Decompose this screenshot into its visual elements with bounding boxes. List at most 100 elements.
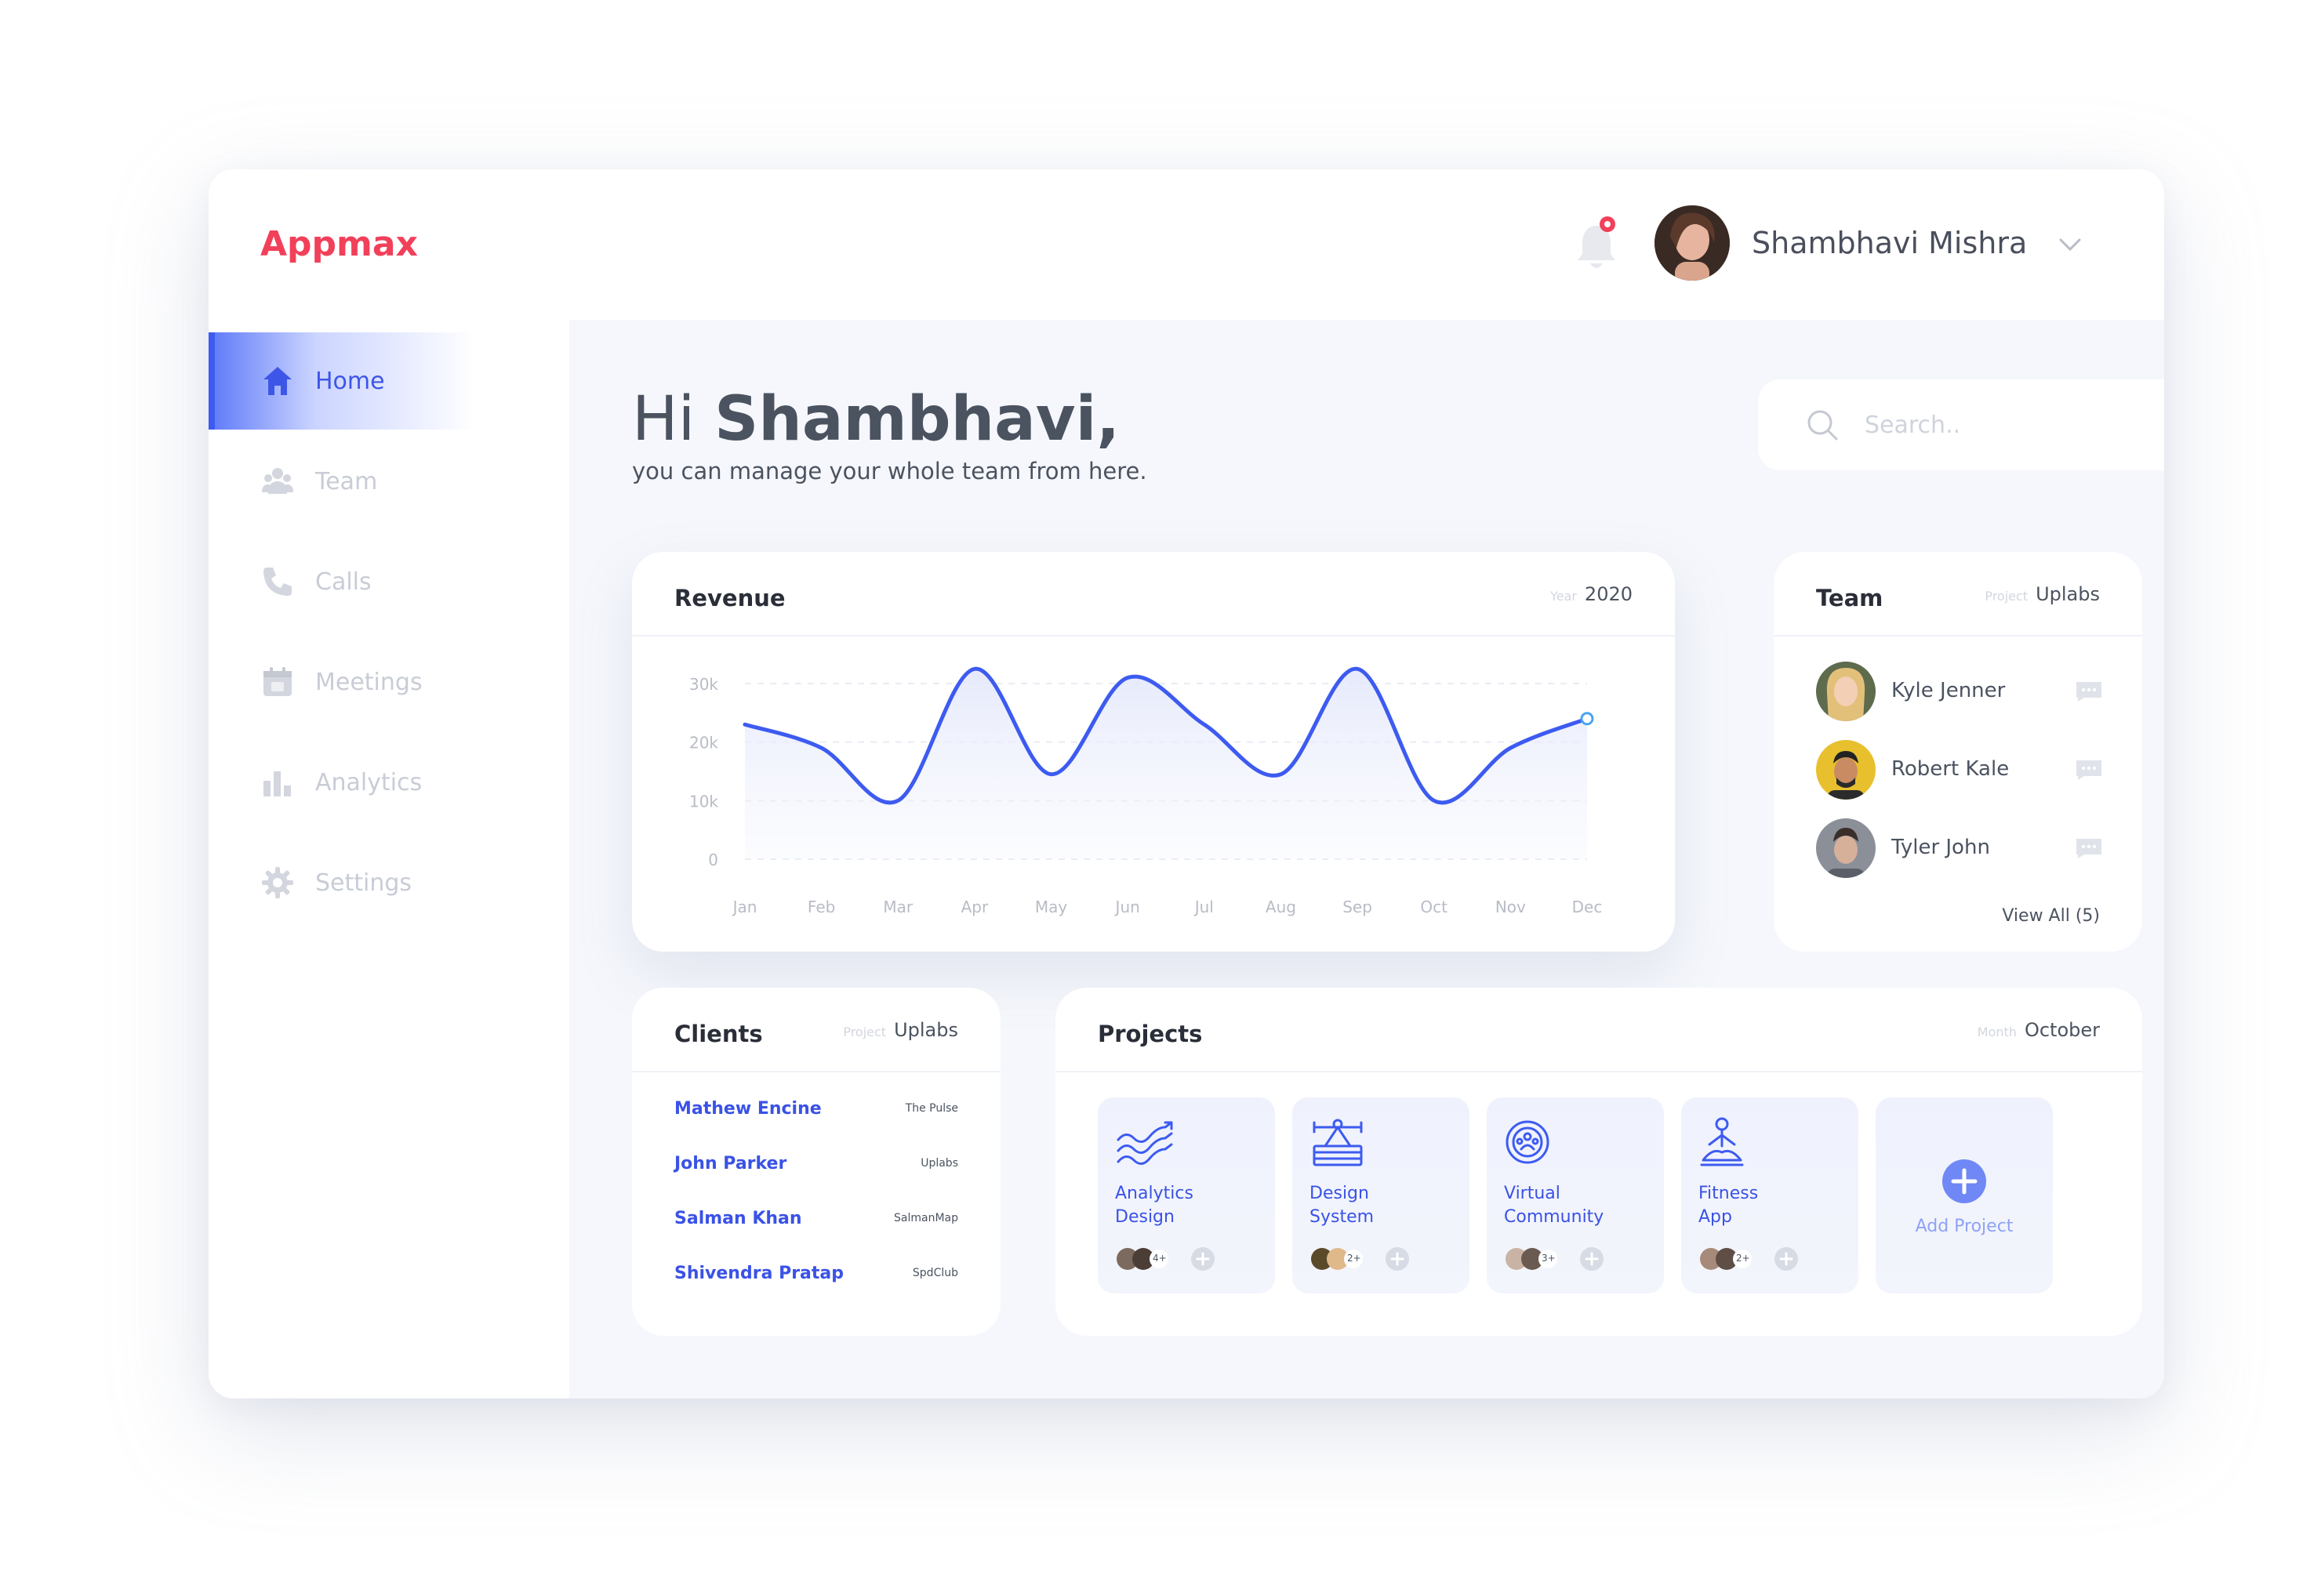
message-icon[interactable] [2075,759,2103,781]
user-name[interactable]: Shambhavi Mishra [1752,226,2027,260]
x-tick-label: Oct [1420,898,1447,916]
view-all-link[interactable]: View All (5) [2002,906,2100,926]
clients-title: Clients [674,1021,763,1047]
team-project-filter[interactable]: Project Uplabs [1985,583,2100,605]
project-name-line: Community [1504,1207,1604,1227]
fitness-app-icon [1700,1117,1744,1166]
avatar [1816,740,1876,800]
projects-month-filter[interactable]: Month October [1978,1019,2100,1041]
search-icon [1807,410,1838,441]
project-tile-design-system[interactable]: Design System 2+ [1292,1097,1469,1293]
team-member-row[interactable]: Tyler John [1816,818,2114,881]
top-bar: Appmax Shambhavi Mishra [209,169,2164,320]
analytics-design-icon [1117,1121,1173,1165]
add-project-button[interactable]: Add Project [1876,1097,2053,1293]
avatar [1816,818,1876,878]
team-icon [262,468,293,494]
client-row[interactable]: Salman Khan SalmanMap [674,1204,958,1235]
add-member-icon[interactable] [1190,1246,1215,1271]
project-tile-analytics-design[interactable]: Analytics Design 4+ [1098,1097,1275,1293]
projects-meta-value: October [2024,1019,2100,1041]
project-name-line: Fitness [1698,1184,1759,1203]
client-name: Salman Khan [674,1209,802,1228]
data-point[interactable] [1580,712,1594,726]
virtual-community-icon [1506,1120,1549,1164]
team-member-row[interactable]: Robert Kale [1816,740,2114,803]
clients-card: Clients Project Uplabs Mathew Encine The … [632,988,1001,1336]
message-icon[interactable] [2075,680,2103,702]
x-tick-label: Apr [961,898,989,916]
project-tile-fitness-app[interactable]: Fitness App 2+ [1681,1097,1858,1293]
client-row[interactable]: John Parker Uplabs [674,1149,958,1181]
projects-meta-key: Month [1977,1025,2017,1039]
project-name-line: Design [1115,1207,1175,1227]
sidebar-item-home[interactable]: Home [209,332,475,430]
gear-icon [262,867,293,898]
member-name: Robert Kale [1891,757,2010,781]
client-company: SpdClub [912,1267,958,1279]
project-tile-virtual-community[interactable]: Virtual Community 3+ [1487,1097,1664,1293]
app-logo[interactable]: Appmax [260,224,418,264]
y-tick-label: 0 [708,851,718,869]
client-row[interactable]: Mathew Encine The Pulse [674,1094,958,1126]
add-project-label: Add Project [1915,1217,2014,1236]
clients-project-filter[interactable]: Project Uplabs [843,1019,958,1041]
sidebar-item-calls[interactable]: Calls [209,533,475,630]
member-name: Tyler John [1891,836,1990,859]
app-window: Appmax Shambhavi Mishra Home Team Calls … [209,169,2164,1398]
x-tick-label: Sep [1342,898,1372,916]
chevron-down-icon[interactable] [2056,234,2084,256]
project-name-line: Analytics [1115,1184,1193,1203]
project-name: Analytics Design [1115,1182,1256,1229]
design-system-icon [1313,1119,1363,1166]
greeting-name: Shambhavi, [714,384,1120,455]
sidebar: Home Team Calls Meetings Analytics Setti… [209,320,569,1398]
projects-card: Projects Month October Analytics Design … [1055,988,2142,1336]
x-tick-label: Jun [1114,898,1140,916]
project-name: Virtual Community [1504,1182,1645,1229]
add-member-icon[interactable] [1774,1246,1799,1271]
x-tick-label: Dec [1572,898,1603,916]
sidebar-item-meetings[interactable]: Meetings [209,633,475,731]
sidebar-item-analytics[interactable]: Analytics [209,734,475,831]
team-member-row[interactable]: Kyle Jenner [1816,662,2114,724]
home-icon [263,367,292,395]
greeting-prefix: Hi [632,384,696,455]
client-company: Uplabs [921,1157,958,1170]
message-icon[interactable] [2075,837,2103,859]
client-name: John Parker [674,1154,787,1173]
search-box[interactable] [1758,379,2164,470]
y-tick-label: 10k [689,792,718,811]
sidebar-item-label: Team [315,467,378,495]
x-tick-label: Nov [1495,898,1526,916]
search-input[interactable] [1865,408,2164,442]
sidebar-item-label: Settings [315,869,412,897]
x-tick-label: Mar [883,898,914,916]
sidebar-item-label: Home [315,367,385,395]
avatar [1816,662,1876,721]
x-tick-label: Jul [1193,898,1214,916]
phone-icon [263,568,292,596]
x-tick-label: Jan [732,898,757,916]
project-name-line: App [1698,1207,1732,1227]
calendar-icon [263,667,292,696]
sidebar-item-team[interactable]: Team [209,433,475,530]
project-member-count: 4+ [1153,1253,1167,1264]
add-member-icon[interactable] [1385,1246,1410,1271]
divider [1055,1071,2142,1072]
main-content: Hi Shambhavi, you can manage your whole … [569,320,2164,1398]
clients-meta-key: Project [843,1025,887,1039]
add-project-icon [1942,1159,1986,1203]
sidebar-item-settings[interactable]: Settings [209,834,475,931]
project-name: Fitness App [1698,1182,1840,1229]
sidebar-item-label: Analytics [315,768,423,796]
y-tick-label: 20k [689,734,718,753]
client-name: Mathew Encine [674,1099,822,1119]
notification-bell-icon[interactable] [1573,215,1620,274]
user-avatar[interactable] [1654,205,1730,281]
client-row[interactable]: Shivendra Pratap SpdClub [674,1259,958,1290]
add-member-icon[interactable] [1579,1246,1604,1271]
project-name-line: Design [1309,1184,1369,1203]
team-meta-value: Uplabs [2036,583,2100,605]
client-name: Shivendra Pratap [674,1264,844,1283]
